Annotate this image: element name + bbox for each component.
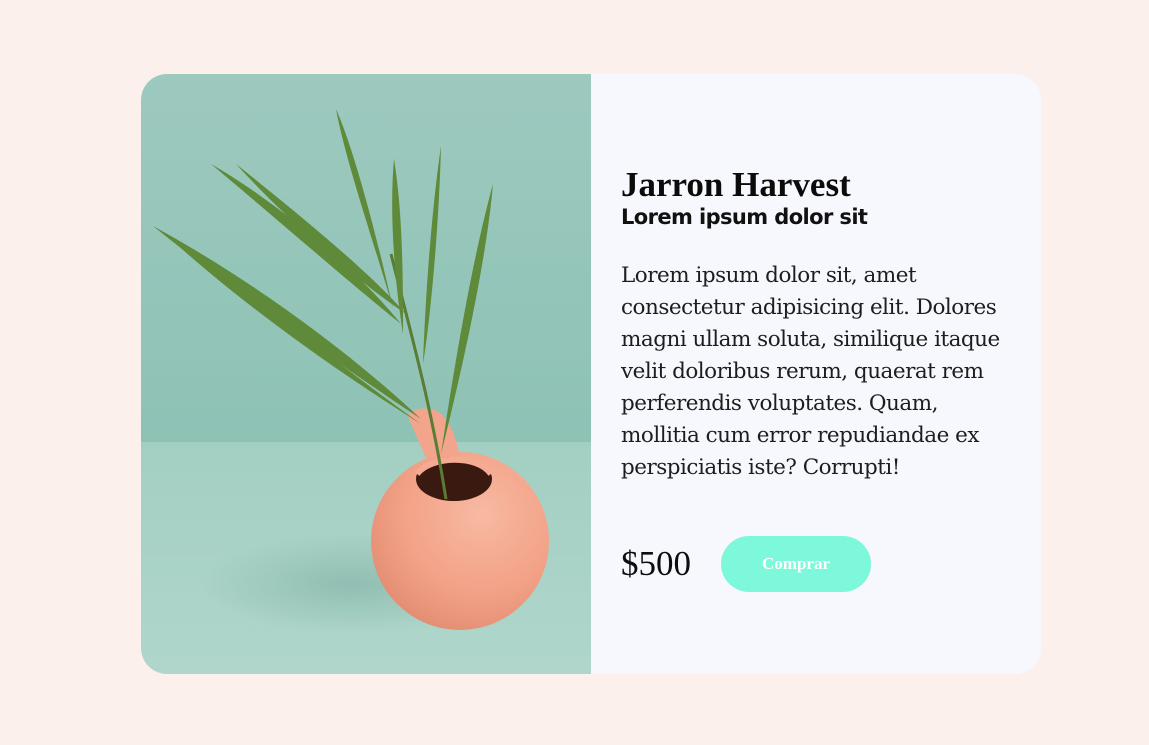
product-photo bbox=[141, 74, 591, 674]
product-price: $500 bbox=[621, 544, 691, 583]
product-title: Jarron Harvest bbox=[621, 165, 851, 204]
product-description: Lorem ipsum dolor sit, amet consectetur … bbox=[621, 263, 1000, 480]
buy-button[interactable]: Comprar bbox=[721, 536, 871, 592]
product-info: Jarron Harvest Lorem ipsum dolor sit Lor… bbox=[591, 74, 1041, 674]
product-subtitle: Lorem ipsum dolor sit bbox=[621, 205, 868, 229]
product-card: Jarron Harvest Lorem ipsum dolor sit Lor… bbox=[141, 74, 1041, 674]
purchase-row: $500 Comprar bbox=[621, 536, 871, 592]
